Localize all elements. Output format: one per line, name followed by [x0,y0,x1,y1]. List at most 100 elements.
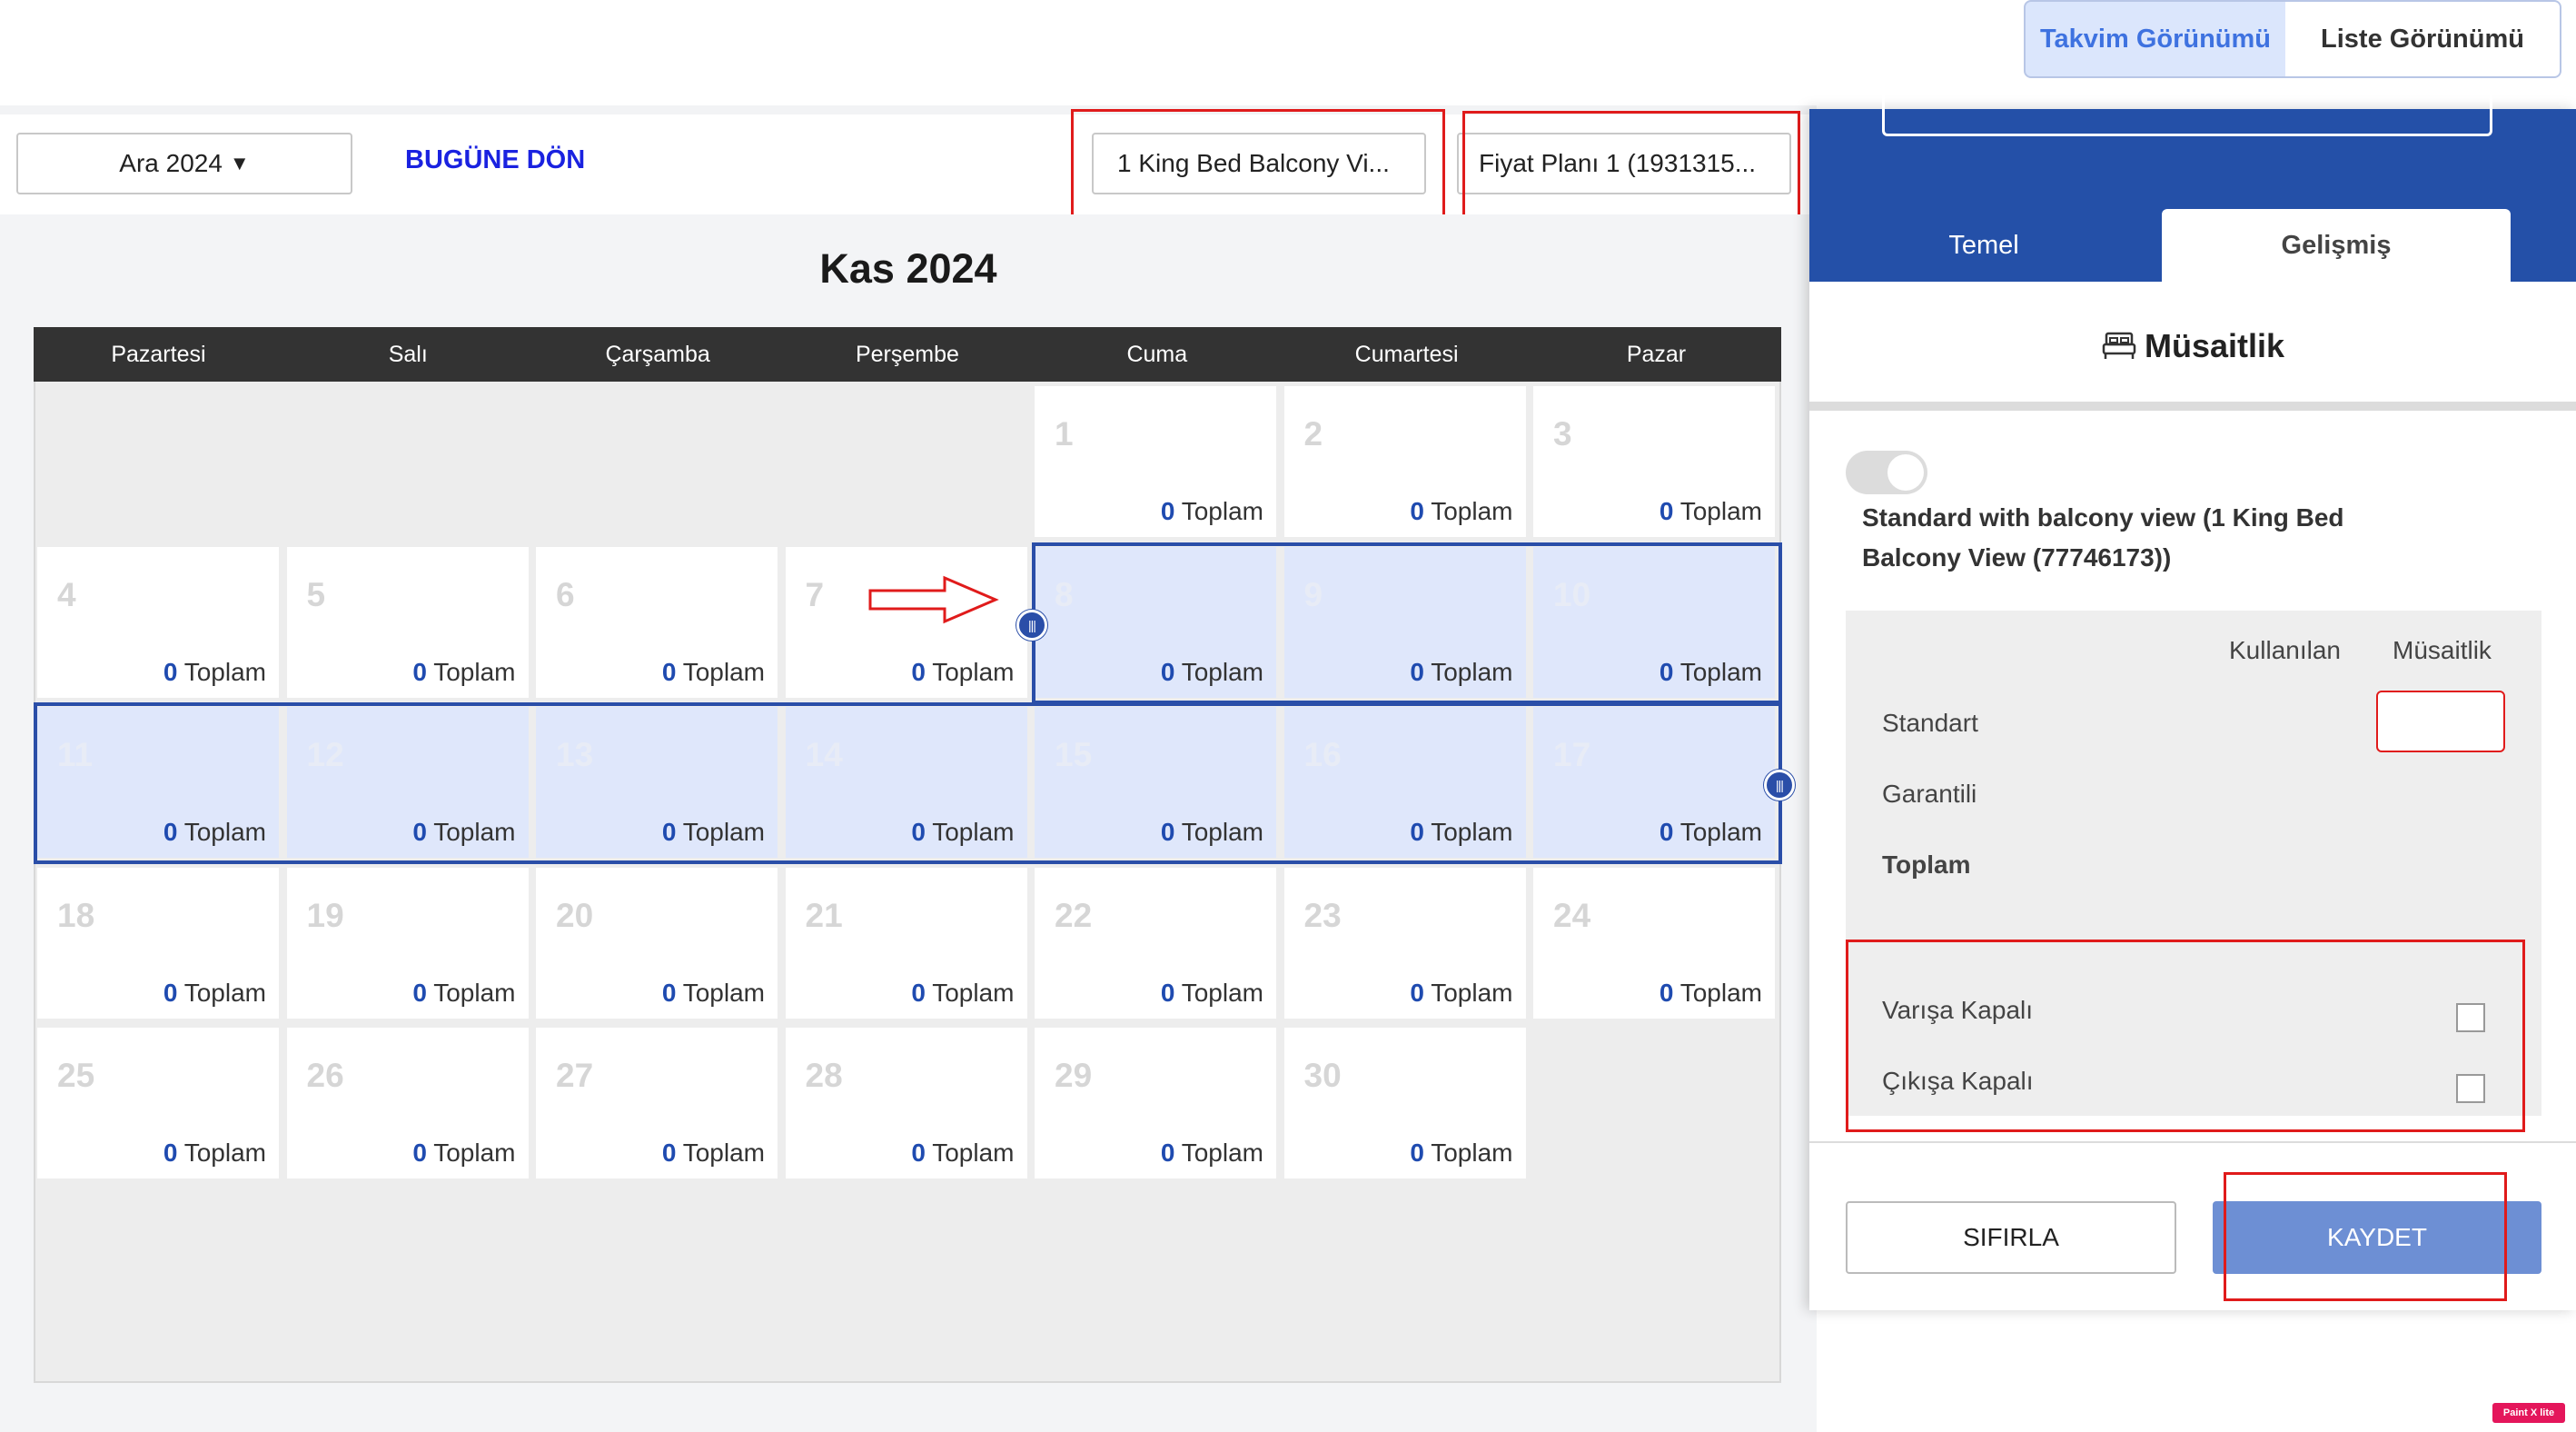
watermark: Paint X lite [2492,1403,2565,1423]
day-total-value: 0 [412,978,427,1007]
calendar-day-cell[interactable]: 5 0 Toplam [286,546,529,698]
day-total: 0 Toplam [163,1139,266,1168]
row-standard: Standart [1882,709,1978,737]
calendar-day-cell[interactable]: 21 0 Toplam [785,867,1027,1019]
day-total-label: Toplam [682,1139,765,1167]
day-total-label: Toplam [1431,497,1513,525]
day-number: 7 [805,575,825,613]
day-total: 0 Toplam [1410,979,1512,1008]
day-total: 0 Toplam [412,1139,515,1168]
day-total: 0 Toplam [1410,497,1512,526]
standard-availability-input[interactable] [2376,691,2505,752]
day-total-label: Toplam [1679,978,1762,1007]
tab-advanced[interactable]: Gelişmiş [2162,209,2511,282]
day-number: 5 [306,575,326,613]
month-select-value: Ara 2024 [119,149,223,177]
panel-heading-label: Müsaitlik [2144,327,2285,364]
calendar-day-cell[interactable]: 2 0 Toplam [1283,386,1526,537]
day-total-label: Toplam [433,978,516,1007]
row-guaranteed: Garantili [1882,780,1977,808]
weekday-header: Pazartesi Salı Çarşamba Perşembe Cuma Cumarte… [34,327,1781,382]
weekday-label: Çarşamba [605,342,710,367]
day-total-label: Toplam [682,657,765,686]
list-view-button[interactable]: Liste Görünümü [2285,0,2561,78]
calendar-day-cell[interactable]: 22 0 Toplam [1035,867,1276,1019]
calendar-day-cell[interactable]: 26 0 Toplam [286,1028,529,1178]
calendar-title: Kas 2024 [819,245,997,292]
day-total-value: 0 [1160,497,1175,525]
day-number: 28 [805,1057,843,1094]
dropdown-caret-icon: ▼ [229,152,250,174]
calendar-day-cell[interactable]: 1 0 Toplam [1035,386,1276,537]
annotation-box-rate [1462,111,1800,222]
calendar-day-cell[interactable]: 4 0 Toplam [37,546,279,698]
day-total-value: 0 [412,657,427,686]
day-total-value: 0 [1410,497,1424,525]
column-used: Kullanılan [2229,636,2341,664]
calendar-day-cell[interactable]: 27 0 Toplam [536,1028,778,1178]
day-total-label: Toplam [183,1139,266,1167]
day-total-label: Toplam [1431,1139,1513,1167]
day-number: 4 [57,575,76,613]
calendar-day-cell[interactable]: 20 0 Toplam [536,867,778,1019]
calendar-day-cell[interactable]: 29 0 Toplam [1035,1028,1276,1178]
selection-frame-week3 [34,702,1782,864]
day-total-value: 0 [911,1139,926,1167]
day-number: 23 [1303,896,1342,934]
calendar-day-cell[interactable]: 18 0 Toplam [37,867,279,1019]
calendar-day-cell[interactable]: 25 0 Toplam [37,1028,279,1178]
day-total-label: Toplam [1181,978,1263,1007]
day-number: 25 [57,1057,95,1094]
row-total: Toplam [1882,850,1971,879]
day-total-value: 0 [1410,1139,1424,1167]
day-total: 0 Toplam [662,658,765,687]
drag-handle-icon[interactable]: ||| [1764,770,1795,801]
panel-top-button[interactable] [1882,91,2492,136]
weekday-label: Perşembe [855,342,959,367]
calendar-view-button[interactable]: Takvim Görünümü [2024,0,2287,78]
day-total-value: 0 [163,1139,178,1167]
calendar-day-cell[interactable]: 24 0 Toplam [1533,867,1775,1019]
day-number: 21 [805,896,843,934]
day-number: 6 [556,575,575,613]
back-to-today-link[interactable]: BUGÜNE DÖN [405,145,585,175]
tab-basic[interactable]: Temel [1809,209,2158,282]
drag-handle-icon[interactable]: ||| [1016,610,1047,641]
day-total-value: 0 [1659,497,1674,525]
day-total: 0 Toplam [911,979,1014,1008]
selection-frame-week2 [1032,542,1782,704]
day-total-value: 0 [911,978,926,1007]
day-number: 19 [306,896,344,934]
day-total-value: 0 [163,978,178,1007]
day-total: 0 Toplam [1410,1139,1512,1168]
calendar-day-cell[interactable]: 23 0 Toplam [1283,867,1526,1019]
day-total-value: 0 [1410,978,1424,1007]
calendar-day-cell[interactable]: 3 0 Toplam [1533,386,1775,537]
day-total: 0 Toplam [911,1139,1014,1168]
day-total-label: Toplam [932,1139,1015,1167]
weekday-label: Salı [388,342,428,367]
panel-heading: Müsaitlik [1809,327,2576,365]
annotation-box-restrictions [1846,940,2525,1132]
day-total: 0 Toplam [1161,979,1263,1008]
reset-button[interactable]: SIFIRLA [1846,1201,2176,1274]
day-total: 0 Toplam [1660,979,1762,1008]
day-total-label: Toplam [433,1139,516,1167]
day-total-label: Toplam [1431,978,1513,1007]
month-select[interactable]: Ara 2024 ▼ [16,133,352,194]
day-total-value: 0 [1659,978,1674,1007]
day-total: 0 Toplam [662,979,765,1008]
calendar-day-cell[interactable]: 28 0 Toplam [785,1028,1027,1178]
day-total-value: 0 [661,978,677,1007]
arrow-annotation-icon [868,575,999,624]
calendar-day-cell[interactable]: 30 0 Toplam [1283,1028,1526,1178]
day-number: 27 [556,1057,594,1094]
column-available: Müsaitlik [2393,636,2492,664]
day-number: 1 [1055,415,1074,452]
calendar-day-cell[interactable]: 6 0 Toplam [536,546,778,698]
day-total-value: 0 [911,657,926,686]
calendar-day-cell[interactable]: 19 0 Toplam [286,867,529,1019]
weekday-label: Pazar [1626,342,1687,367]
weekday-label: Cuma [1126,342,1188,367]
day-total: 0 Toplam [412,979,515,1008]
